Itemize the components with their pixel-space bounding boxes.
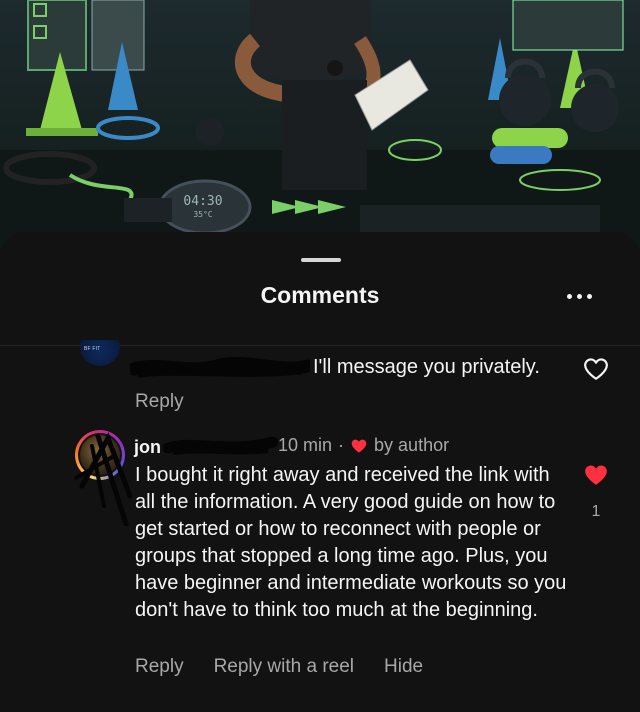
comment-meta: 10 min · by author <box>278 435 449 456</box>
post-image-background: 04:30 35°C <box>0 0 640 260</box>
reply-with-reel-button[interactable]: Reply with a reel <box>214 656 354 678</box>
heart-outline-icon[interactable] <box>583 357 609 381</box>
heart-filled-icon[interactable] <box>583 463 609 487</box>
gym-scene-illustration <box>0 0 640 260</box>
comment-text: I bought it right away and received the … <box>135 464 567 621</box>
stopwatch-display: 04:30 35°C <box>183 194 223 219</box>
reply-button[interactable]: Reply <box>135 656 184 678</box>
username-redaction <box>130 357 310 378</box>
more-horizontal-icon[interactable] <box>562 290 596 302</box>
comment-time: 10 min <box>278 435 333 455</box>
comment-text: I'll message you privately. <box>313 356 540 378</box>
sheet-drag-handle[interactable] <box>301 258 341 262</box>
like-count: 1 <box>591 503 601 520</box>
comment-actions: Reply Reply with a reel Hide <box>135 656 423 678</box>
avatar[interactable]: BF FIT <box>80 340 120 366</box>
meta-separator: · <box>338 435 345 455</box>
hide-button[interactable]: Hide <box>384 656 423 678</box>
author-badge: by author <box>374 435 450 455</box>
reply-button[interactable]: Reply <box>135 391 184 413</box>
comments-title: Comments <box>260 282 380 308</box>
svg-text:jon: jon <box>133 437 161 457</box>
author-heart-icon <box>351 439 367 453</box>
